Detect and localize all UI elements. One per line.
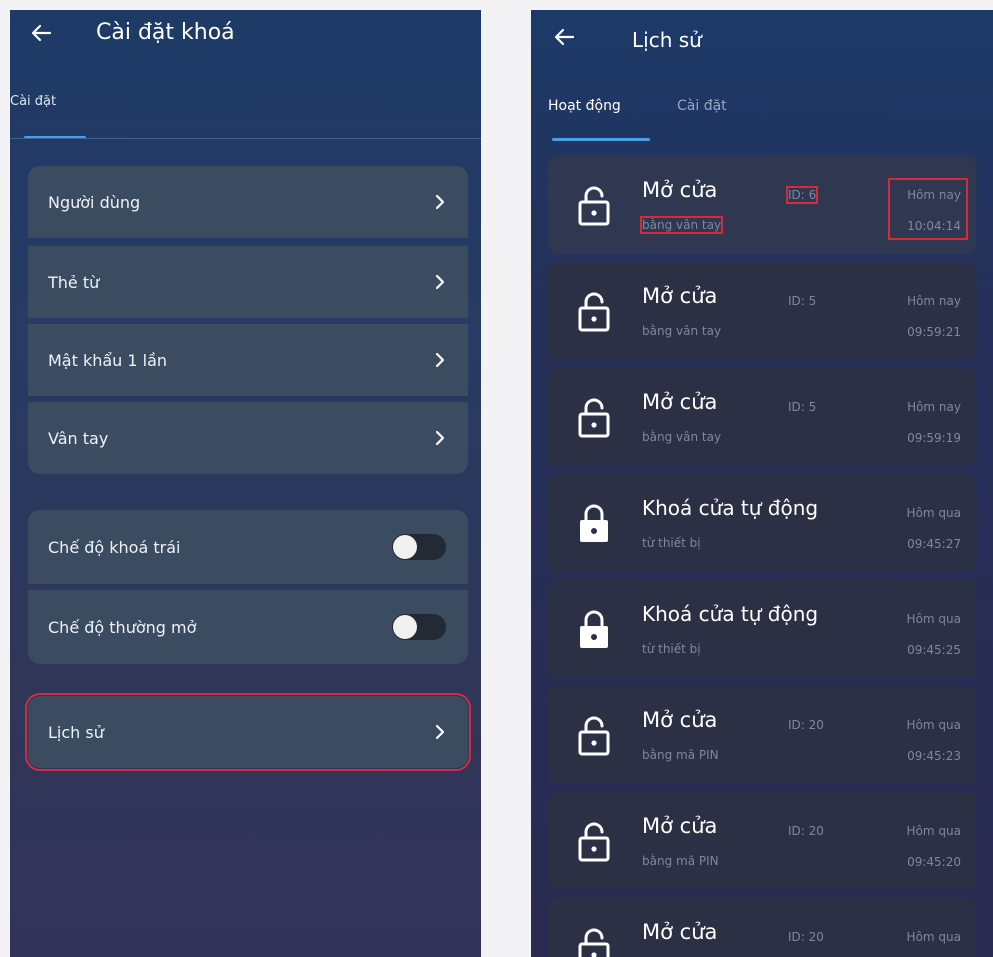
setting-row-label: Vân tay xyxy=(48,428,109,448)
lock-open-icon xyxy=(578,716,610,756)
event-method: bằng mã PIN xyxy=(642,748,719,762)
event-time: 09:45:23 xyxy=(907,749,961,763)
event-title: Mở cửa xyxy=(642,178,718,202)
setting-row-label: Mật khẩu 1 lần xyxy=(48,350,168,370)
event-title: Mở cửa xyxy=(642,284,718,308)
normally-open-mode-toggle[interactable] xyxy=(392,614,446,640)
toggle-knob xyxy=(393,535,417,559)
chevron-right-icon xyxy=(435,430,445,446)
lock-open-icon xyxy=(578,292,610,332)
toggle-knob xyxy=(393,615,417,639)
event-method: bằng vân tay xyxy=(639,216,724,234)
history-event-card[interactable]: Mở cửa bằng mã PIN ID: 20 Hôm qua 09:45:20 xyxy=(548,792,976,890)
lock-open-icon xyxy=(578,822,610,862)
history-event-card[interactable]: Mở cửa bằng vân tay ID: 5 Hôm nay 09:59:21 xyxy=(548,262,976,360)
event-day: Hôm qua xyxy=(906,718,961,732)
deadlock-mode-toggle[interactable] xyxy=(392,534,446,560)
event-time: 09:45:25 xyxy=(907,643,961,657)
back-arrow-icon[interactable] xyxy=(553,26,575,48)
tab-settings[interactable]: Cài đặt xyxy=(677,98,727,114)
event-day: Hôm nay xyxy=(907,294,961,308)
event-title: Khoá cửa tự động xyxy=(642,496,819,520)
event-title: Mở cửa xyxy=(642,390,718,414)
tab-settings[interactable]: Cài đặt xyxy=(10,94,56,109)
history-event-card[interactable]: Mở cửa ID: 20 Hôm qua xyxy=(548,898,976,957)
event-time: 09:45:27 xyxy=(907,537,961,551)
lock-open-icon xyxy=(578,186,610,226)
event-method: bằng vân tay xyxy=(642,324,722,338)
event-user-id: ID: 5 xyxy=(788,294,817,308)
setting-row-label: Người dùng xyxy=(48,192,141,212)
event-day: Hôm qua xyxy=(906,612,961,626)
event-user-id: ID: 6 xyxy=(785,186,819,204)
event-title: Mở cửa xyxy=(642,920,718,944)
lock-open-icon xyxy=(578,398,610,438)
setting-row-history[interactable]: Lịch sử xyxy=(25,693,471,771)
chevron-right-icon xyxy=(435,724,445,740)
event-day: Hôm qua xyxy=(906,824,961,838)
page-title: Lịch sử xyxy=(632,28,702,52)
event-day: Hôm qua xyxy=(906,506,961,520)
event-user-id: ID: 20 xyxy=(788,824,824,838)
lock-open-icon xyxy=(578,928,610,957)
event-method: bằng mã PIN xyxy=(642,854,719,868)
history-event-card[interactable]: Mở cửa bằng vân tay ID: 6 Hôm nay 10:04:14 xyxy=(548,156,976,254)
setting-row-label: Thẻ từ xyxy=(48,272,100,292)
setting-row-deadlock-mode: Chế độ khoá trái xyxy=(28,510,468,584)
history-screen: Lịch sử Hoạt động Cài đặt Mở cửa bằng vân… xyxy=(531,10,993,957)
event-day: Hôm nay xyxy=(907,400,961,414)
event-time: 09:59:19 xyxy=(907,431,961,445)
setting-row-cards[interactable]: Thẻ từ xyxy=(28,246,468,318)
setting-row-fingerprint[interactable]: Vân tay xyxy=(28,402,468,474)
chevron-right-icon xyxy=(435,194,445,210)
back-arrow-icon[interactable] xyxy=(30,22,52,44)
setting-row-normally-open-mode: Chế độ thường mở xyxy=(28,590,468,664)
history-event-card[interactable]: Mở cửa bằng vân tay ID: 5 Hôm nay 09:59:19 xyxy=(548,368,976,466)
tab-divider xyxy=(10,138,481,139)
lock-closed-icon xyxy=(580,610,608,648)
event-method: từ thiết bị xyxy=(642,642,701,656)
event-title: Mở cửa xyxy=(642,814,718,838)
event-user-id: ID: 5 xyxy=(788,400,817,414)
page-title: Cài đặt khoá xyxy=(96,20,235,45)
event-time: 09:59:21 xyxy=(907,325,961,339)
tab-activity[interactable]: Hoạt động xyxy=(548,98,621,114)
event-time: 09:45:20 xyxy=(907,855,961,869)
lock-closed-icon xyxy=(580,504,608,542)
event-day: Hôm qua xyxy=(906,930,961,944)
setting-row-one-time-password[interactable]: Mật khẩu 1 lần xyxy=(28,324,468,396)
event-method: bằng vân tay xyxy=(642,430,722,444)
setting-row-label: Lịch sử xyxy=(48,722,104,742)
tab-indicator xyxy=(552,138,650,141)
datetime-highlight-box xyxy=(888,178,968,240)
history-event-card[interactable]: Khoá cửa tự động từ thiết bị Hôm qua 09:45:… xyxy=(548,474,976,572)
event-user-id: ID: 20 xyxy=(788,718,824,732)
setting-row-label: Chế độ khoá trái xyxy=(48,537,181,557)
setting-row-label: Chế độ thường mở xyxy=(48,617,197,637)
setting-row-users[interactable]: Người dùng xyxy=(28,166,468,238)
history-event-card[interactable]: Mở cửa bằng mã PIN ID: 20 Hôm qua 09:45:23 xyxy=(548,686,976,784)
event-user-id: ID: 20 xyxy=(788,930,824,944)
history-event-card[interactable]: Khoá cửa tự động từ thiết bị Hôm qua 09:45:… xyxy=(548,580,976,678)
chevron-right-icon xyxy=(435,274,445,290)
event-title: Mở cửa xyxy=(642,708,718,732)
lock-settings-screen: Cài đặt khoá Cài đặt Người dùng Thẻ từ M… xyxy=(10,10,481,957)
event-title: Khoá cửa tự động xyxy=(642,602,819,626)
chevron-right-icon xyxy=(435,352,445,368)
event-method: từ thiết bị xyxy=(642,536,701,550)
